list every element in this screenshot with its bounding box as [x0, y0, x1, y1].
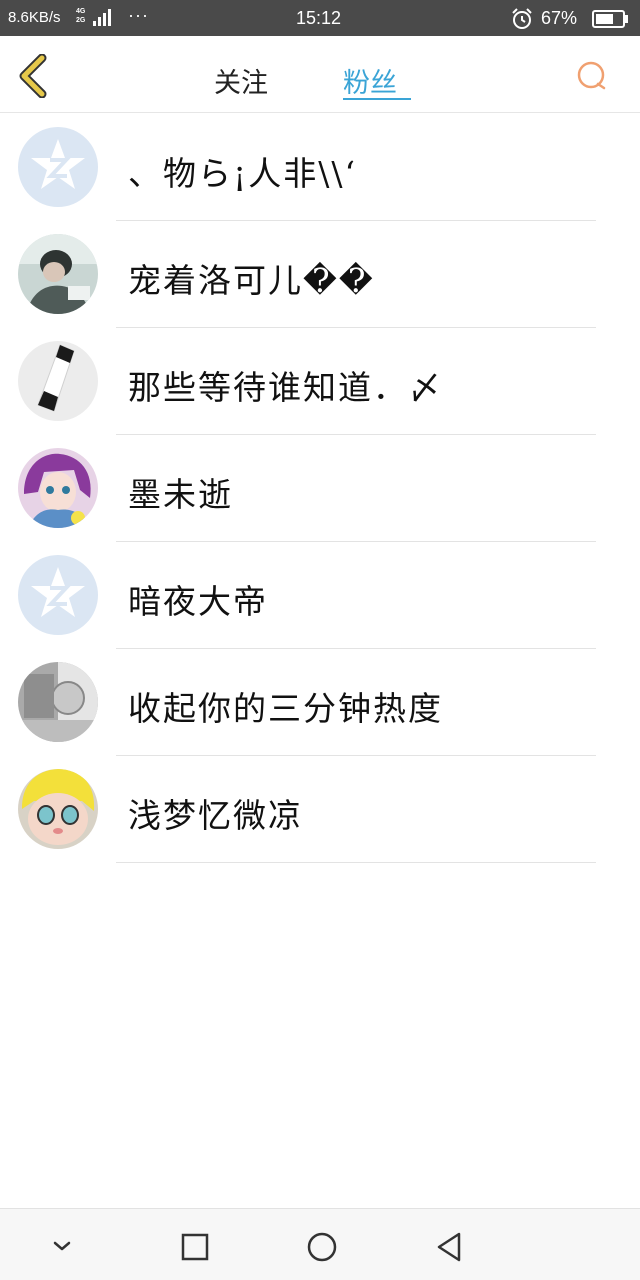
fan-name[interactable]: 墨未逝 — [128, 468, 233, 516]
fan-name[interactable]: 收起你的三分钟热度 — [128, 682, 443, 730]
collapse-button[interactable] — [44, 1229, 80, 1265]
fan-list: 、物ら¡人非\\‘ 宠着洛可儿�� 那些等待谁知道．〆 墨未逝 暗夜大帝 收起你… — [0, 114, 640, 863]
more-notifications: ··· — [128, 5, 149, 25]
home-button[interactable] — [304, 1229, 340, 1265]
clock: 15:12 — [296, 8, 342, 28]
chevron-down-icon — [53, 1241, 71, 1251]
battery-icon — [592, 10, 628, 28]
list-item[interactable]: 浅梦忆微凉 — [0, 756, 640, 863]
chevron-left-icon — [19, 53, 47, 99]
recent-apps-button[interactable] — [177, 1229, 213, 1265]
signal-icon — [93, 9, 111, 26]
list-item[interactable]: 那些等待谁知道．〆 — [0, 328, 640, 435]
fan-name[interactable]: 、物ら¡人非\\‘ — [128, 147, 357, 195]
divider — [116, 862, 596, 863]
alarm-icon — [512, 8, 532, 29]
tab-follow[interactable]: 关注 — [214, 61, 268, 100]
fan-name[interactable]: 浅梦忆微凉 — [128, 789, 303, 837]
network-type: 4G 2G — [76, 8, 86, 24]
search-button[interactable] — [574, 59, 610, 95]
tab-fans[interactable]: 粉丝 — [343, 61, 397, 100]
photo-avatar[interactable] — [18, 662, 98, 742]
photo-avatar[interactable] — [18, 234, 98, 314]
status-bar: 8.6KB/s 4G 2G ··· 15:12 67% — [0, 0, 640, 36]
list-item[interactable]: 宠着洛可儿�� — [0, 221, 640, 328]
recent-apps-icon — [181, 1233, 209, 1261]
back-nav-button[interactable] — [432, 1229, 468, 1265]
default-qzone-avatar[interactable] — [18, 127, 98, 207]
list-item[interactable]: 墨未逝 — [0, 435, 640, 542]
active-tab-indicator — [343, 98, 411, 100]
back-button[interactable] — [14, 53, 54, 99]
default-qzone-avatar[interactable] — [18, 555, 98, 635]
back-triangle-icon — [437, 1232, 461, 1262]
doll-avatar[interactable] — [18, 769, 98, 849]
search-icon — [577, 61, 606, 90]
top-header: 关注 粉丝 — [0, 36, 640, 113]
photo-avatar[interactable] — [18, 341, 98, 421]
list-item[interactable]: 暗夜大帝 — [0, 542, 640, 649]
home-icon — [307, 1232, 337, 1262]
network-speed: 8.6KB/s — [8, 9, 61, 26]
fan-name[interactable]: 暗夜大帝 — [128, 575, 268, 623]
system-nav-bar — [0, 1208, 640, 1280]
anime-avatar[interactable] — [18, 448, 98, 528]
list-item[interactable]: 、物ら¡人非\\‘ — [0, 114, 640, 221]
fan-name[interactable]: 那些等待谁知道．〆 — [128, 361, 443, 409]
battery-percent: 67% — [541, 8, 578, 28]
fan-name[interactable]: 宠着洛可儿�� — [128, 254, 375, 302]
list-item[interactable]: 收起你的三分钟热度 — [0, 649, 640, 756]
